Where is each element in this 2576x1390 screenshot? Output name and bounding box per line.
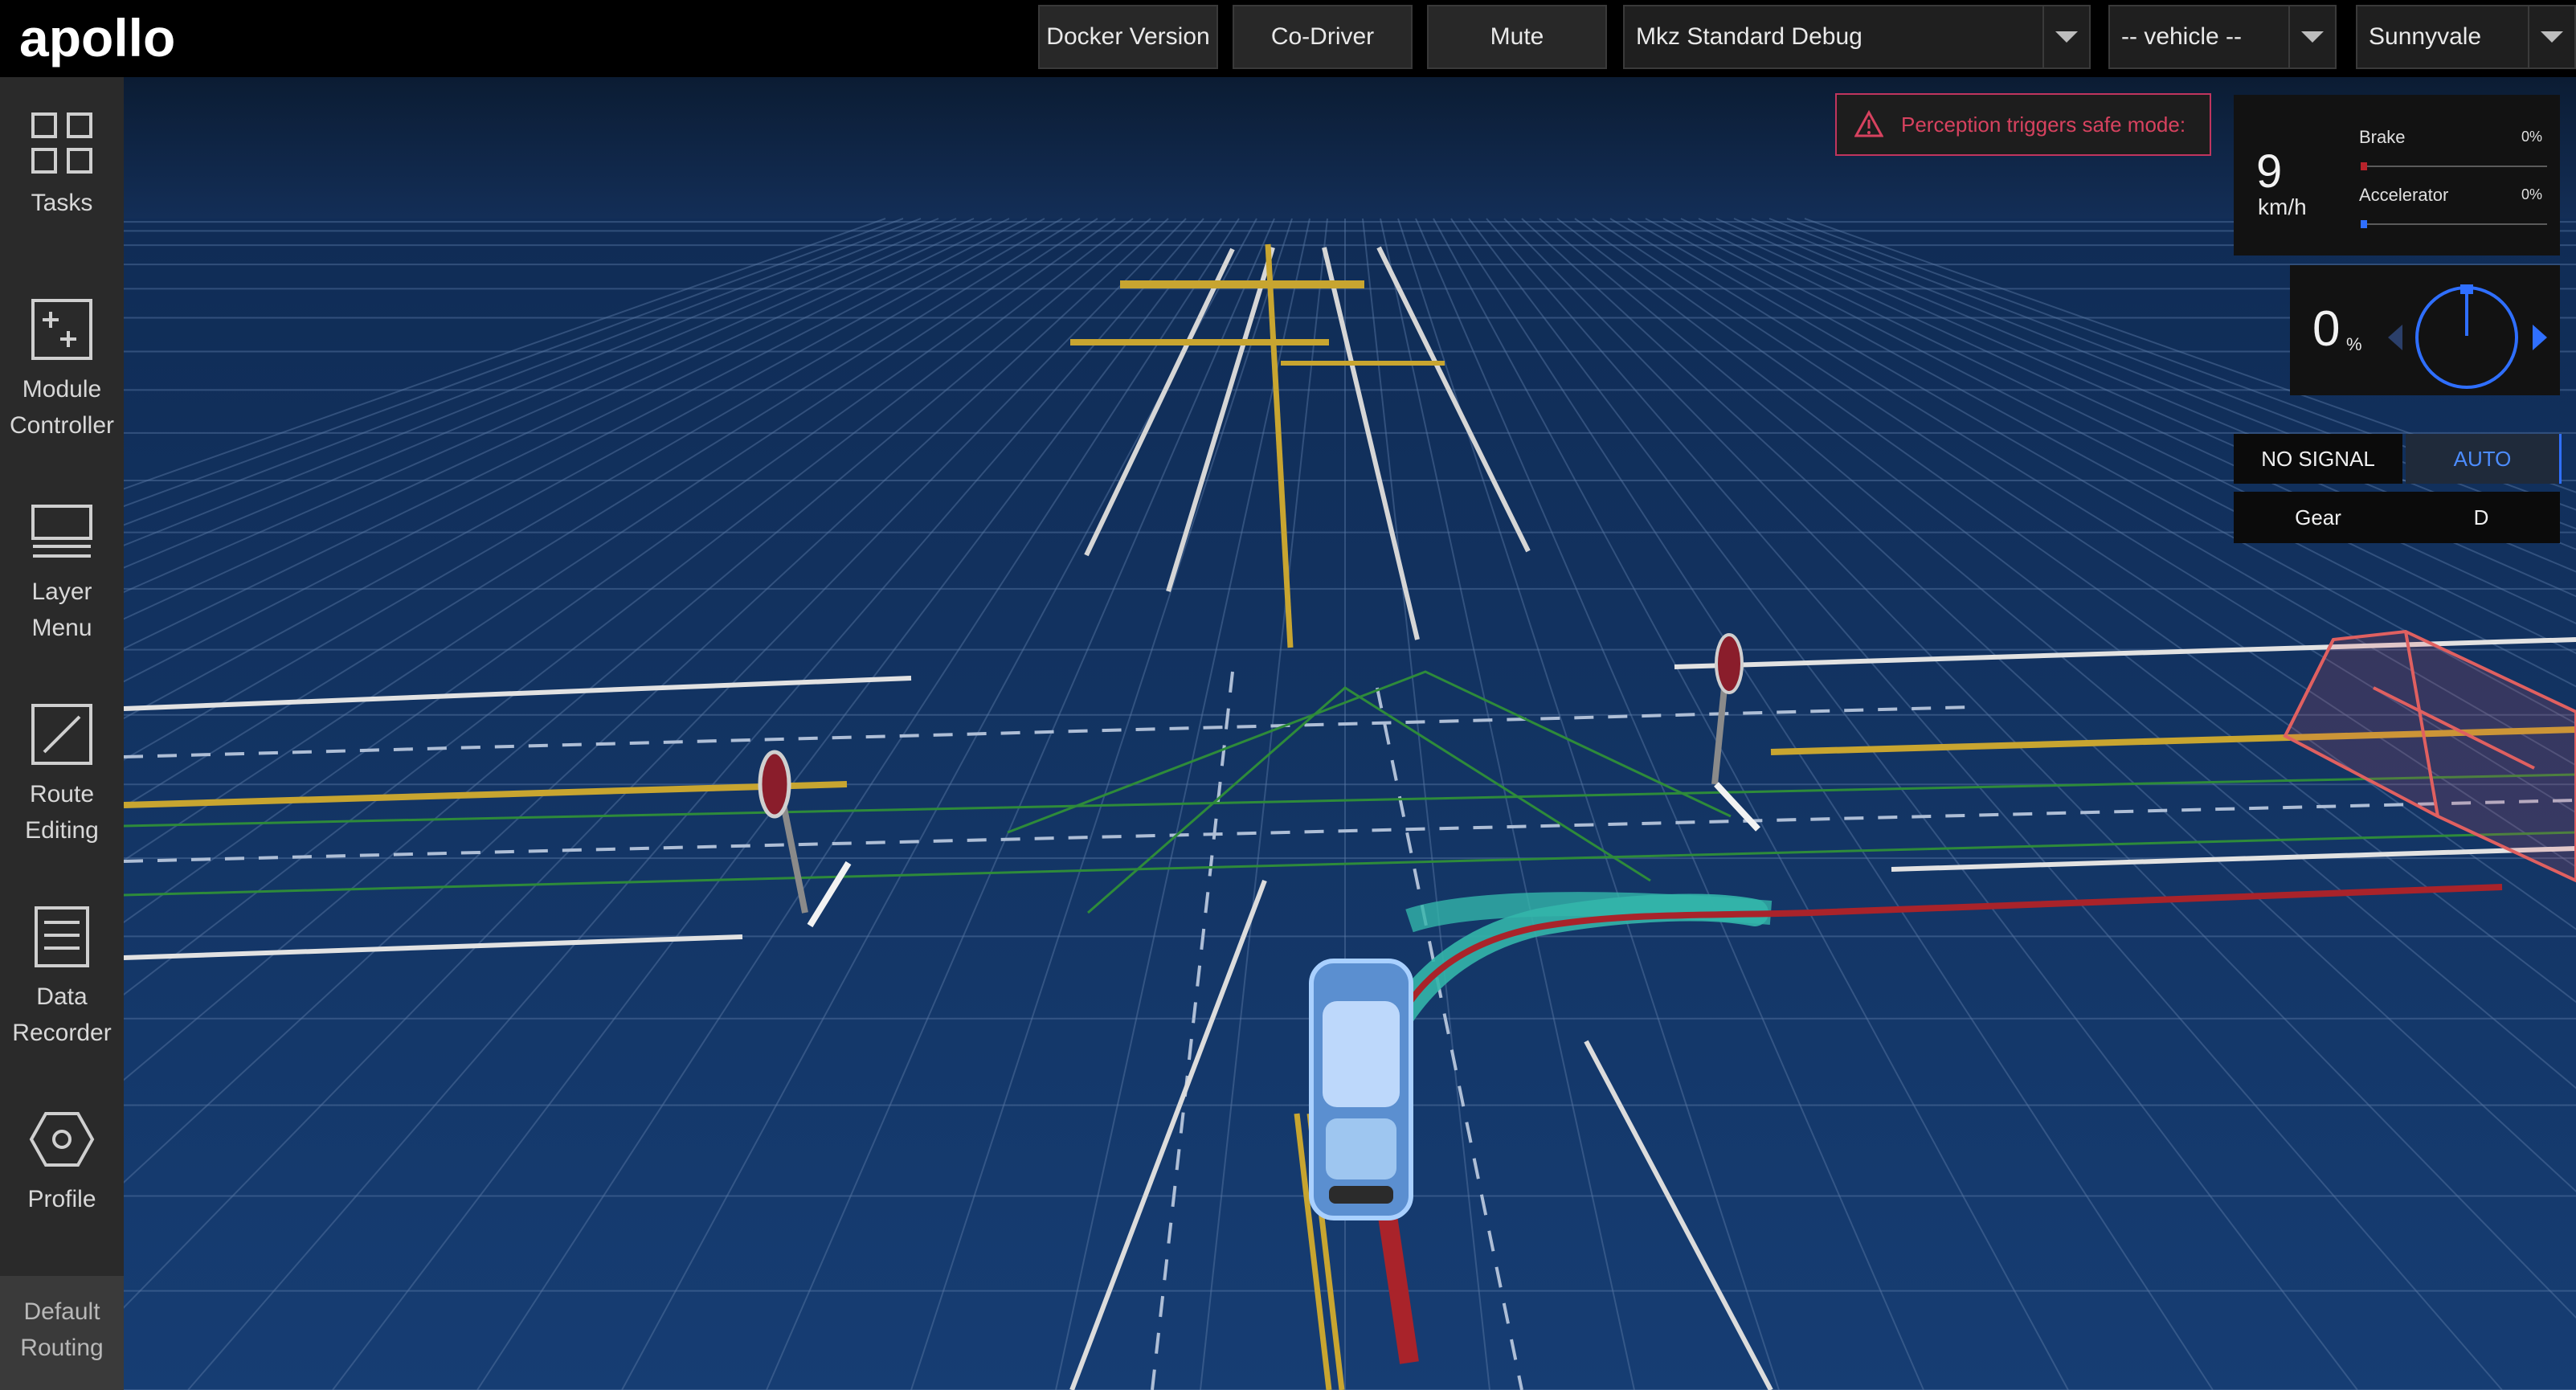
chevron-down-icon[interactable] bbox=[2528, 6, 2574, 67]
sidebar: Tasks Module Controller Layer Menu Route Ed… bbox=[0, 77, 124, 1390]
sidebar-item-label: Module Controller bbox=[9, 376, 115, 439]
sidebar-item-default-routing[interactable]: Default Routing bbox=[0, 1276, 124, 1390]
ego-vehicle bbox=[1309, 959, 1413, 1220]
sidebar-item-module-controller[interactable]: Module Controller bbox=[0, 264, 124, 466]
speed-unit: km/h bbox=[2258, 194, 2307, 219]
data-recorder-icon bbox=[35, 906, 89, 967]
steering-wheel-gauge bbox=[2388, 284, 2547, 389]
accelerator-percent: 0% bbox=[2521, 186, 2542, 202]
brake-bar-fill bbox=[2361, 162, 2367, 170]
steering-value: 0 bbox=[2312, 301, 2341, 357]
steer-right-arrow-icon bbox=[2533, 325, 2547, 350]
accelerator-bar-fill bbox=[2361, 220, 2367, 228]
chevron-down-icon[interactable] bbox=[2288, 6, 2335, 67]
driving-mode-status[interactable]: AUTO bbox=[2406, 434, 2562, 484]
alert-banner: Perception triggers safe mode: bbox=[1835, 93, 2211, 156]
warning-triangle-icon bbox=[1854, 110, 1883, 137]
docker-version-button[interactable]: Docker Version bbox=[1038, 5, 1218, 69]
steering-panel: 0 % bbox=[2290, 265, 2560, 395]
sidebar-item-layer-menu[interactable]: Layer Menu bbox=[0, 466, 124, 668]
sidebar-item-profile[interactable]: Profile bbox=[0, 1073, 124, 1253]
sidebar-item-label: Data Recorder bbox=[12, 983, 112, 1046]
sidebar-item-data-recorder[interactable]: Data Recorder bbox=[0, 871, 124, 1073]
speed-pedal-panel: 9 km/h Brake 0% Accelerator 0% bbox=[2234, 95, 2560, 256]
map-select-value: Sunnyvale bbox=[2369, 23, 2482, 50]
map-select[interactable]: Sunnyvale bbox=[2356, 5, 2576, 69]
steering-unit: % bbox=[2346, 334, 2362, 354]
gear-value: D bbox=[2473, 505, 2489, 529]
speed-value: 9 bbox=[2256, 145, 2283, 198]
co-driver-button[interactable]: Co-Driver bbox=[1233, 5, 1413, 69]
turn-signal-status: NO SIGNAL bbox=[2234, 434, 2402, 484]
vehicle-select[interactable]: -- vehicle -- bbox=[2108, 5, 2337, 69]
sidebar-item-label: Layer Menu bbox=[31, 578, 92, 641]
vehicle-select-value: -- vehicle -- bbox=[2121, 23, 2243, 50]
svg-text:apollo: apollo bbox=[19, 13, 175, 67]
sidebar-item-label: Profile bbox=[27, 1186, 96, 1212]
sidebar-item-tasks[interactable]: Tasks bbox=[0, 77, 124, 264]
gear-label: Gear bbox=[2295, 505, 2341, 529]
chevron-down-icon[interactable] bbox=[2042, 6, 2089, 67]
brake-label: Brake bbox=[2359, 127, 2406, 147]
sidebar-item-label: Default Routing bbox=[20, 1298, 104, 1361]
module-controller-icon bbox=[31, 299, 92, 360]
mode-select-value: Mkz Standard Debug bbox=[1636, 23, 1862, 50]
route-editing-icon bbox=[31, 704, 92, 765]
gear-row: Gear D bbox=[2234, 492, 2560, 543]
layer-menu-icon bbox=[31, 505, 92, 558]
brake-bar-track bbox=[2361, 162, 2547, 170]
brake-percent: 0% bbox=[2521, 129, 2542, 145]
apollo-logo: apollo bbox=[19, 8, 212, 69]
accelerator-bar-track bbox=[2361, 220, 2547, 228]
sidebar-item-label: Tasks bbox=[31, 190, 93, 216]
mute-button[interactable]: Mute bbox=[1427, 5, 1607, 69]
hexagon-profile-icon bbox=[29, 1112, 95, 1167]
alert-text: Perception triggers safe mode: bbox=[1901, 112, 2186, 137]
sidebar-item-route-editing[interactable]: Route Editing bbox=[0, 668, 124, 871]
mode-select[interactable]: Mkz Standard Debug bbox=[1623, 5, 2091, 69]
sidebar-item-label: Route Editing bbox=[25, 781, 99, 844]
accelerator-label: Accelerator bbox=[2359, 185, 2449, 205]
map-scene[interactable] bbox=[124, 77, 2576, 1390]
tasks-grid-icon bbox=[31, 112, 92, 174]
steer-left-arrow-icon bbox=[2388, 325, 2402, 350]
